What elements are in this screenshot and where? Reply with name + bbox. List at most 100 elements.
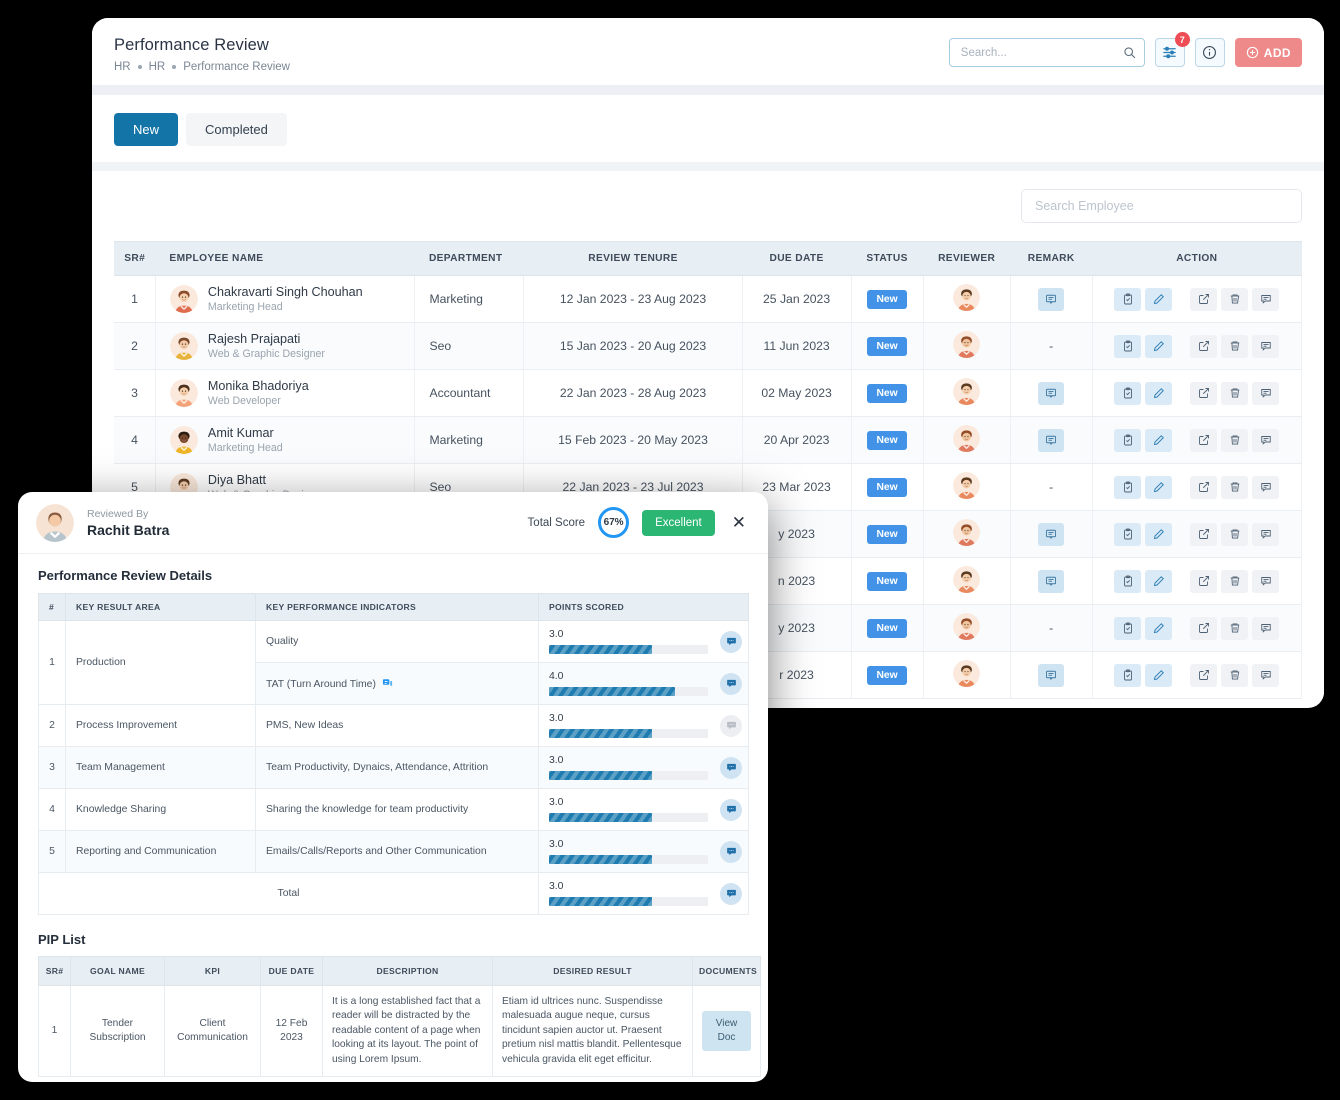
- table-row[interactable]: 4 Amit Kumar Marketing Head Marketing 15…: [114, 417, 1302, 464]
- comment-icon[interactable]: [1252, 523, 1279, 546]
- cell-status: New: [851, 370, 923, 417]
- pencil-icon[interactable]: [1145, 335, 1172, 358]
- trash-icon[interactable]: [1221, 335, 1248, 358]
- pencil-icon[interactable]: [1145, 288, 1172, 311]
- modal-body: Performance Review Details # KEY RESULT …: [18, 554, 768, 1082]
- action-button-group: [1101, 523, 1293, 546]
- clipboard-check-icon[interactable]: [1114, 429, 1141, 452]
- clipboard-check-icon[interactable]: [1114, 664, 1141, 687]
- reviewer-name: Rachit Batra: [87, 522, 169, 538]
- remark-button[interactable]: [1038, 664, 1064, 687]
- edit-square-icon[interactable]: [1190, 476, 1217, 499]
- comment-bubble-icon[interactable]: [720, 673, 742, 695]
- pencil-icon[interactable]: [1145, 570, 1172, 593]
- clipboard-check-icon[interactable]: [1114, 335, 1141, 358]
- remark-button[interactable]: [1038, 523, 1064, 546]
- view-doc-button[interactable]: View Doc: [702, 1011, 751, 1051]
- clipboard-check-icon[interactable]: [1114, 288, 1141, 311]
- search-input[interactable]: [961, 47, 1123, 59]
- employee-avatar: [170, 332, 198, 360]
- reviewer-avatar: [953, 378, 980, 405]
- comment-icon[interactable]: [1252, 335, 1279, 358]
- breadcrumb-item-2[interactable]: HR: [149, 61, 166, 73]
- action-button-group: [1101, 335, 1293, 358]
- breadcrumb-item-1[interactable]: HR: [114, 61, 131, 73]
- employee-name: Diya Bhatt: [208, 473, 325, 489]
- remark-button[interactable]: [1038, 382, 1064, 405]
- pencil-icon[interactable]: [1145, 523, 1172, 546]
- edit-square-icon[interactable]: [1190, 664, 1217, 687]
- info-button[interactable]: [1195, 38, 1225, 67]
- employee-cell: Amit Kumar Marketing Head: [170, 426, 407, 455]
- edit-square-icon[interactable]: [1190, 335, 1217, 358]
- comment-icon[interactable]: [1252, 617, 1279, 640]
- pencil-icon[interactable]: [1145, 382, 1172, 405]
- cell-reviewer: [923, 417, 1010, 464]
- pencil-icon[interactable]: [1145, 664, 1172, 687]
- cell-employee: Amit Kumar Marketing Head: [155, 417, 415, 464]
- clipboard-check-icon[interactable]: [1114, 617, 1141, 640]
- trash-icon[interactable]: [1221, 382, 1248, 405]
- tat-icon[interactable]: [382, 677, 393, 688]
- comment-bubble-icon[interactable]: [720, 799, 742, 821]
- clipboard-check-icon[interactable]: [1114, 523, 1141, 546]
- comment-bubble-icon[interactable]: [720, 883, 742, 905]
- trash-icon[interactable]: [1221, 523, 1248, 546]
- pip-body: 1 Tender Subscription Client Communicati…: [39, 986, 761, 1077]
- col-reviewer: REVIEWER: [923, 242, 1010, 276]
- edit-square-icon[interactable]: [1190, 523, 1217, 546]
- comment-icon[interactable]: [1252, 382, 1279, 405]
- comment-icon[interactable]: [1252, 476, 1279, 499]
- filter-button[interactable]: 7: [1155, 38, 1185, 67]
- close-icon[interactable]: ✕: [728, 512, 750, 533]
- clipboard-check-icon[interactable]: [1114, 476, 1141, 499]
- col-action: ACTION: [1092, 242, 1301, 276]
- trash-icon[interactable]: [1221, 476, 1248, 499]
- employee-name: Monika Bhadoriya: [208, 379, 309, 395]
- remark-button[interactable]: [1038, 429, 1064, 452]
- cell-kpi: Team Productivity, Dynaics, Attendance, …: [256, 747, 539, 789]
- remark-button[interactable]: [1038, 288, 1064, 311]
- table-row[interactable]: 1 Chakravarti Singh Chouhan Marketing He…: [114, 276, 1302, 323]
- comment-bubble-icon[interactable]: [720, 757, 742, 779]
- pencil-icon[interactable]: [1145, 617, 1172, 640]
- add-button[interactable]: ADD: [1235, 38, 1302, 67]
- edit-square-icon[interactable]: [1190, 429, 1217, 452]
- search-box[interactable]: [949, 38, 1145, 67]
- pencil-icon[interactable]: [1145, 476, 1172, 499]
- points-value: 3.0: [549, 755, 708, 766]
- employee-search-input[interactable]: [1035, 199, 1288, 213]
- cell-documents: View Doc: [693, 986, 761, 1077]
- trash-icon[interactable]: [1221, 664, 1248, 687]
- rating-badge[interactable]: Excellent: [642, 510, 715, 536]
- clipboard-check-icon[interactable]: [1114, 570, 1141, 593]
- comment-icon[interactable]: [1252, 570, 1279, 593]
- clipboard-check-icon[interactable]: [1114, 382, 1141, 405]
- trash-icon[interactable]: [1221, 570, 1248, 593]
- remark-button[interactable]: [1038, 570, 1064, 593]
- pip-col-sr: SR#: [39, 957, 71, 986]
- action-button-group: [1101, 429, 1293, 452]
- edit-square-icon[interactable]: [1190, 570, 1217, 593]
- comment-icon[interactable]: [1252, 429, 1279, 452]
- edit-square-icon[interactable]: [1190, 617, 1217, 640]
- prd-col-key-result-area: KEY RESULT AREA: [66, 594, 256, 621]
- tab-new[interactable]: New: [114, 113, 178, 146]
- edit-square-icon[interactable]: [1190, 382, 1217, 405]
- cell-reviewer: [923, 464, 1010, 511]
- employee-search-box[interactable]: [1021, 189, 1302, 223]
- comment-bubble-icon[interactable]: [720, 841, 742, 863]
- trash-icon[interactable]: [1221, 617, 1248, 640]
- comment-icon[interactable]: [1252, 288, 1279, 311]
- comment-icon[interactable]: [1252, 664, 1279, 687]
- pencil-icon[interactable]: [1145, 429, 1172, 452]
- employee-role: Web & Graphic Designer: [208, 348, 325, 360]
- trash-icon[interactable]: [1221, 429, 1248, 452]
- table-row[interactable]: 3 Monika Bhadoriya Web Developer Account…: [114, 370, 1302, 417]
- table-row[interactable]: 2 Rajesh Prajapati Web & Graphic Designe…: [114, 323, 1302, 370]
- tab-completed[interactable]: Completed: [186, 113, 287, 146]
- edit-square-icon[interactable]: [1190, 288, 1217, 311]
- comment-bubble-icon[interactable]: [720, 631, 742, 653]
- cell-points-scored: 4.0: [539, 663, 749, 705]
- trash-icon[interactable]: [1221, 288, 1248, 311]
